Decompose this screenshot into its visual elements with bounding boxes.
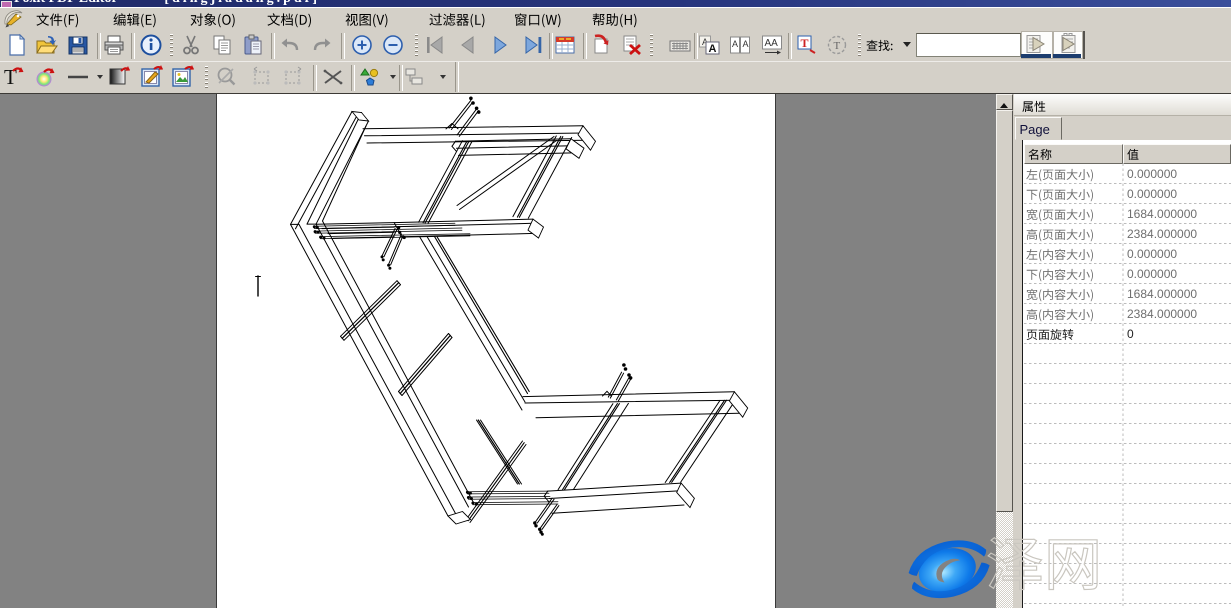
svg-text:AA: AA xyxy=(765,38,779,49)
svg-text:A: A xyxy=(709,43,717,55)
svg-text:T: T xyxy=(834,40,841,52)
svg-text:A: A xyxy=(743,39,749,49)
svg-text:A: A xyxy=(732,39,738,49)
svg-text:T: T xyxy=(801,36,809,50)
